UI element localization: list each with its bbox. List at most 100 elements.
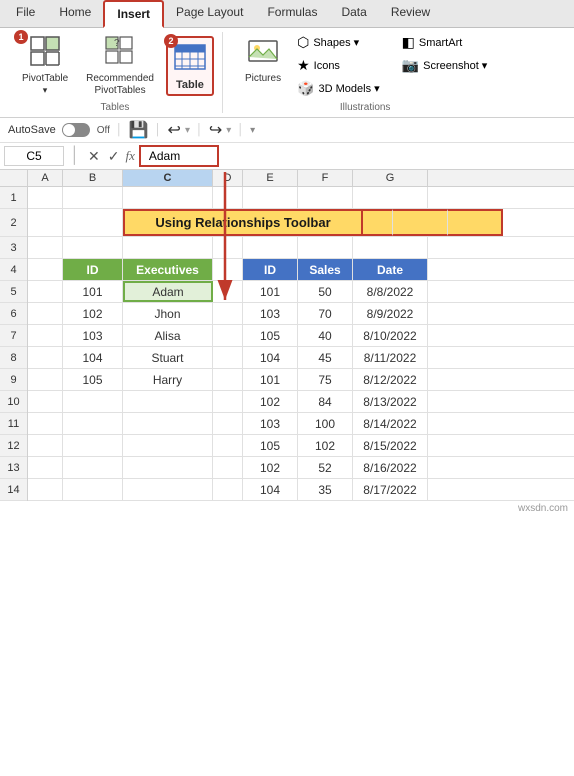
cell-g14[interactable]: 8/17/2022 — [353, 479, 428, 500]
cell-e5[interactable]: 101 — [243, 281, 298, 302]
cell-b9[interactable]: 105 — [63, 369, 123, 390]
cell-g11[interactable]: 8/14/2022 — [353, 413, 428, 434]
cell-c7[interactable]: Alisa — [123, 325, 213, 346]
cell-f12[interactable]: 102 — [298, 435, 353, 456]
icons-button[interactable]: ★ Icons — [293, 55, 384, 76]
cell-a11[interactable] — [28, 413, 63, 434]
cell-d7[interactable] — [213, 325, 243, 346]
cell-b14[interactable] — [63, 479, 123, 500]
cell-g1[interactable] — [353, 187, 428, 208]
cell-c12[interactable] — [123, 435, 213, 456]
cell-b6[interactable]: 102 — [63, 303, 123, 324]
autosave-toggle[interactable] — [62, 123, 90, 137]
cell-f2[interactable] — [448, 209, 503, 236]
smartart-button[interactable]: ◧ SmartArt — [398, 32, 492, 53]
cell-c9[interactable]: Harry — [123, 369, 213, 390]
col-header-d[interactable]: D — [213, 170, 243, 186]
cell-f3[interactable] — [298, 237, 353, 258]
cell-b7[interactable]: 103 — [63, 325, 123, 346]
cell-c6[interactable]: Jhon — [123, 303, 213, 324]
cell-a13[interactable] — [28, 457, 63, 478]
cell-g13[interactable]: 8/16/2022 — [353, 457, 428, 478]
tab-file[interactable]: File — [4, 0, 47, 27]
cell-e10[interactable]: 102 — [243, 391, 298, 412]
cell-f1[interactable] — [298, 187, 353, 208]
cell-g9[interactable]: 8/12/2022 — [353, 369, 428, 390]
cell-c14[interactable] — [123, 479, 213, 500]
cell-e11[interactable]: 103 — [243, 413, 298, 434]
cell-g4-header[interactable]: Date — [353, 259, 428, 280]
cell-g10[interactable]: 8/13/2022 — [353, 391, 428, 412]
col-header-c[interactable]: C — [123, 170, 213, 186]
cell-a14[interactable] — [28, 479, 63, 500]
cell-f14[interactable]: 35 — [298, 479, 353, 500]
cell-d3[interactable] — [213, 237, 243, 258]
cell-b11[interactable] — [63, 413, 123, 434]
cell-d1[interactable] — [213, 187, 243, 208]
tab-review[interactable]: Review — [379, 0, 442, 27]
cell-c11[interactable] — [123, 413, 213, 434]
cell-g6[interactable]: 8/9/2022 — [353, 303, 428, 324]
cell-d6[interactable] — [213, 303, 243, 324]
cell-d14[interactable] — [213, 479, 243, 500]
redo-icon[interactable]: ↪ — [209, 120, 222, 140]
cell-b10[interactable] — [63, 391, 123, 412]
col-header-e[interactable]: E — [243, 170, 298, 186]
cell-c10[interactable] — [123, 391, 213, 412]
undo-icon[interactable]: ↩ — [168, 120, 181, 140]
cell-d10[interactable] — [213, 391, 243, 412]
tab-formulas[interactable]: Formulas — [255, 0, 329, 27]
cell-reference-box[interactable]: C5 — [4, 146, 64, 166]
cell-a5[interactable] — [28, 281, 63, 302]
cell-e12[interactable]: 105 — [243, 435, 298, 456]
tab-data[interactable]: Data — [329, 0, 378, 27]
screenshot-button[interactable]: 📷 Screenshot ▾ — [398, 55, 492, 76]
cell-g5[interactable]: 8/8/2022 — [353, 281, 428, 302]
cell-d9[interactable] — [213, 369, 243, 390]
cell-c5-selected[interactable]: Adam — [123, 281, 213, 302]
cell-c2-title[interactable]: Using Relationships Toolbar — [123, 209, 363, 236]
cell-a12[interactable] — [28, 435, 63, 456]
cell-c8[interactable]: Stuart — [123, 347, 213, 368]
fx-button[interactable]: fx — [125, 148, 134, 164]
cell-b12[interactable] — [63, 435, 123, 456]
cell-f8[interactable]: 45 — [298, 347, 353, 368]
cell-b13[interactable] — [63, 457, 123, 478]
cell-c13[interactable] — [123, 457, 213, 478]
cell-d8[interactable] — [213, 347, 243, 368]
cell-f6[interactable]: 70 — [298, 303, 353, 324]
cell-f11[interactable]: 100 — [298, 413, 353, 434]
cell-a1[interactable] — [28, 187, 63, 208]
cell-f4-header[interactable]: Sales — [298, 259, 353, 280]
cell-g12[interactable]: 8/15/2022 — [353, 435, 428, 456]
3dmodels-button[interactable]: 🎲 3D Models ▾ — [293, 78, 384, 99]
tab-home[interactable]: Home — [47, 0, 103, 27]
shapes-button[interactable]: ⬡ Shapes ▾ — [293, 32, 384, 53]
confirm-formula-icon[interactable]: ✓ — [108, 148, 120, 165]
tab-insert[interactable]: Insert — [103, 0, 164, 28]
cell-b5[interactable]: 101 — [63, 281, 123, 302]
cell-a9[interactable] — [28, 369, 63, 390]
cell-a2[interactable] — [28, 209, 63, 236]
cell-f10[interactable]: 84 — [298, 391, 353, 412]
cell-d4[interactable] — [213, 259, 243, 280]
col-header-g[interactable]: G — [353, 170, 428, 186]
pivot-table-button[interactable]: 1 PivotTable▾ — [16, 32, 74, 100]
cell-g3[interactable] — [353, 237, 428, 258]
cell-d5[interactable] — [213, 281, 243, 302]
recommended-pivottables-button[interactable]: ? RecommendedPivotTables — [80, 32, 160, 100]
cell-g2[interactable] — [503, 209, 574, 236]
cell-d13[interactable] — [213, 457, 243, 478]
cell-e9[interactable]: 101 — [243, 369, 298, 390]
cell-f7[interactable]: 40 — [298, 325, 353, 346]
cell-e1[interactable] — [243, 187, 298, 208]
cell-c1[interactable] — [123, 187, 213, 208]
cell-e3[interactable] — [243, 237, 298, 258]
cell-b3[interactable] — [63, 237, 123, 258]
cell-e6[interactable]: 103 — [243, 303, 298, 324]
cell-a4[interactable] — [28, 259, 63, 280]
cell-e8[interactable]: 104 — [243, 347, 298, 368]
cell-e13[interactable]: 102 — [243, 457, 298, 478]
cell-d12[interactable] — [213, 435, 243, 456]
cell-g8[interactable]: 8/11/2022 — [353, 347, 428, 368]
